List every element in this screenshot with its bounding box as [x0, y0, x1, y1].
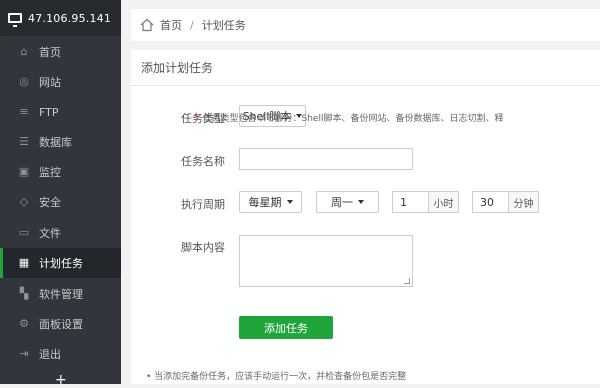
sidebar-item-label: 文件	[39, 227, 61, 240]
shield-icon: ◇	[19, 195, 29, 208]
logout-icon: ⇥	[19, 347, 29, 360]
sidebar-item-label: 退出	[39, 348, 61, 361]
panel-title: 添加计划任务	[131, 50, 600, 86]
period-select[interactable]: 每星期	[239, 191, 302, 213]
task-type-hint: * 任务类型包含以下部分：Shell脚本、备份网站、备份数据库、日志切割、释	[194, 111, 503, 124]
caret-down-icon	[286, 200, 293, 204]
minute-input[interactable]: 30	[472, 191, 509, 213]
period-label: 执行周期	[181, 198, 225, 211]
caret-down-icon	[358, 200, 364, 204]
sidebar-item-label: 首页	[39, 46, 61, 59]
breadcrumb-home[interactable]: 首页	[160, 17, 182, 33]
home-icon[interactable]	[140, 18, 154, 32]
task-name-label: 任务名称	[181, 155, 225, 168]
sidebar-item-cron[interactable]: ▦ 计划任务	[0, 248, 121, 278]
sidebar-item-label: 软件管理	[39, 288, 83, 301]
monitor-icon	[8, 13, 22, 27]
sidebar-item-logout[interactable]: ⇥ 退出	[0, 339, 121, 369]
add-icon[interactable]: +	[55, 372, 67, 388]
server-ip: 47.106.95.141	[28, 11, 112, 25]
sidebar-item-label: 监控	[39, 166, 61, 179]
resize-handle-icon[interactable]	[404, 278, 410, 284]
home-icon: ⌂	[20, 45, 28, 58]
database-icon: ☰	[19, 135, 29, 148]
sidebar-item-label: 网站	[39, 76, 61, 89]
sidebar-item-security[interactable]: ◇ 安全	[0, 187, 121, 217]
period-value: 每星期	[248, 196, 282, 209]
sidebar-item-home[interactable]: ⌂ 首页	[0, 37, 121, 67]
sidebar-item-ftp[interactable]: ≡ FTP	[0, 97, 121, 127]
sidebar-item-website[interactable]: ◎ 网站	[0, 67, 121, 97]
weekday-select[interactable]: 周一	[316, 191, 379, 213]
sidebar-item-label: 安全	[39, 196, 61, 209]
add-cron-panel: 添加计划任务	[131, 50, 600, 384]
server-header: 47.106.95.141	[0, 0, 121, 36]
breadcrumb-current: 计划任务	[201, 19, 246, 32]
required-star: *	[194, 114, 199, 124]
gear-icon: ⚙	[19, 317, 29, 330]
monitor-icon: ▣	[18, 165, 30, 178]
note-text: 当添加完备份任务，应该手动运行一次，并检查备份包是否完整	[154, 372, 407, 382]
sidebar-item-software[interactable]: ▚ 软件管理	[0, 279, 121, 309]
sidebar-item-label: 计划任务	[39, 257, 83, 270]
calendar-icon: ▦	[18, 256, 30, 269]
hour-input[interactable]: 1	[392, 191, 429, 213]
folder-icon: ▭	[18, 226, 30, 239]
grid-icon: ▚	[19, 287, 29, 300]
sidebar-item-monitor[interactable]: ▣ 监控	[0, 157, 121, 187]
sidebar: 47.106.95.141 0 ⌂ 首页 ◎ 网站 ≡ FTP ☰ 数据库 ▣ …	[0, 0, 121, 388]
sidebar-item-database[interactable]: ☰ 数据库	[0, 127, 121, 157]
sidebar-item-label: 数据库	[39, 136, 72, 149]
task-type-hint-text: 任务类型包含以下部分：Shell脚本、备份网站、备份数据库、日志切割、释	[202, 114, 504, 124]
sidebar-item-label: FTP	[39, 105, 59, 119]
sidebar-item-files[interactable]: ▭ 文件	[0, 218, 121, 248]
note-item: • 当添加完备份任务，应该手动运行一次，并检查备份包是否完整	[146, 372, 407, 382]
ftp-icon: ≡	[19, 105, 29, 118]
script-label: 脚本内容	[181, 241, 225, 254]
minute-unit: 分钟	[509, 191, 539, 213]
script-textarea[interactable]	[239, 235, 413, 287]
weekday-value: 周一	[331, 196, 353, 209]
breadcrumb-separator: /	[190, 18, 194, 32]
sidebar-item-settings[interactable]: ⚙ 面板设置	[0, 309, 121, 339]
sidebar-item-label: 面板设置	[39, 318, 83, 331]
globe-icon: ◎	[19, 75, 29, 88]
task-name-input[interactable]	[239, 148, 413, 170]
add-task-button[interactable]: 添加任务	[239, 316, 333, 339]
breadcrumb: 首页 / 计划任务	[131, 9, 600, 41]
hour-unit: 小时	[429, 191, 459, 213]
